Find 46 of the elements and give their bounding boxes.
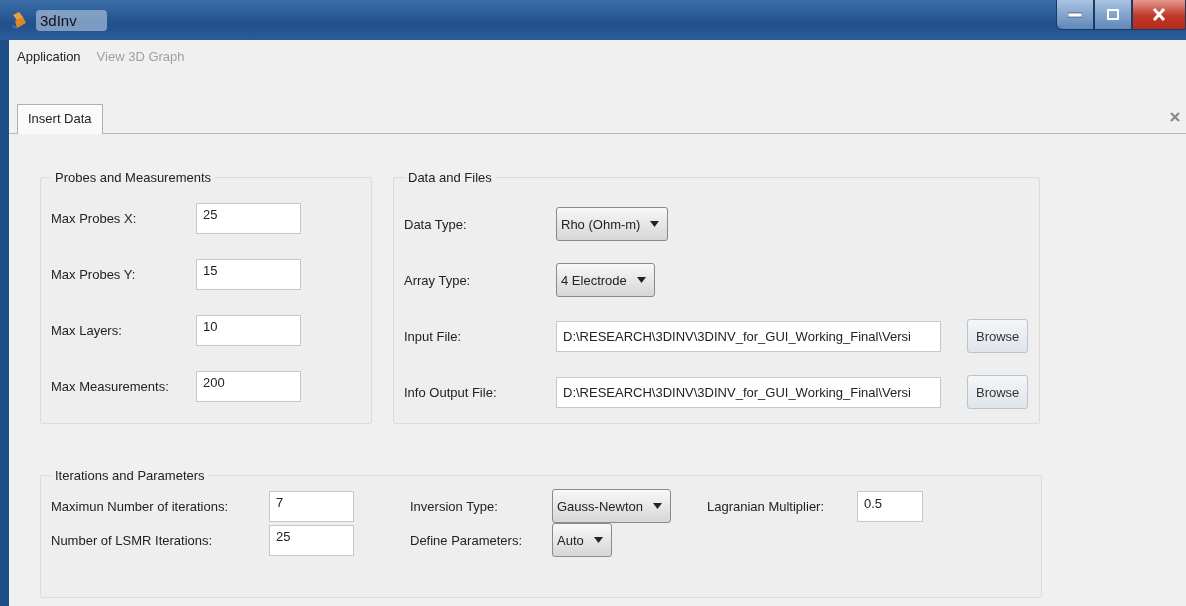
field-label: Max Measurements: <box>51 379 170 394</box>
field-label: Data Type: <box>404 216 468 232</box>
field-label: Array Type: <box>404 272 472 288</box>
maximize-icon <box>1107 9 1119 20</box>
input-field[interactable]: 0.5 <box>857 490 923 522</box>
menu-item[interactable]: Application <box>17 49 81 64</box>
group-title: Iterations and Parameters <box>54 468 206 483</box>
field-label: Maximun Number of iterations: <box>51 498 229 514</box>
group-title: Probes and Measurements <box>54 170 213 185</box>
maximize-button[interactable] <box>1094 0 1132 30</box>
field-label: Input File: <box>404 328 463 344</box>
minimize-button[interactable] <box>1056 0 1094 30</box>
field-label: Number of LSMR Iterations: <box>51 532 214 548</box>
group-title: Data and Files <box>407 170 493 185</box>
caret-icon <box>650 221 660 227</box>
caret-icon <box>653 503 662 509</box>
field-label: Max Layers: <box>51 323 123 338</box>
input-field[interactable]: 15 <box>196 259 301 290</box>
field-label: Define Parameters: <box>410 532 523 548</box>
browse-button[interactable]: Browse <box>967 375 1029 409</box>
tab[interactable]: Insert Data <box>17 104 103 134</box>
file-path-field[interactable]: D:\RESEARCH\3DINV\3DINV_for_GUI_Working_Final\Versi <box>556 320 941 352</box>
input-field[interactable]: 200 <box>196 371 301 402</box>
minimize-icon <box>1068 11 1082 18</box>
field-label: Info Output File: <box>404 384 498 400</box>
input-field[interactable]: 25 <box>196 203 301 234</box>
dropdown[interactable]: Rho (Ohm-m) <box>556 207 669 241</box>
close-icon[interactable] <box>1170 112 1180 122</box>
field-label: Max Probes Y: <box>51 267 137 282</box>
caret-icon <box>636 277 646 283</box>
browse-button[interactable]: Browse <box>967 319 1029 353</box>
window-title: 3dInv <box>36 9 107 31</box>
field-label: Inversion Type: <box>410 498 499 514</box>
dropdown[interactable]: 4 Electrode <box>556 263 655 297</box>
dropdown[interactable]: Gauss-Newton <box>552 489 671 523</box>
field-label: Max Probes X: <box>51 211 138 226</box>
app-icon <box>10 11 28 29</box>
close-icon <box>1152 8 1166 21</box>
input-field[interactable]: 25 <box>269 524 354 556</box>
input-field[interactable]: 10 <box>196 315 301 346</box>
dropdown[interactable]: Auto <box>552 523 612 557</box>
file-path-field[interactable]: D:\RESEARCH\3DINV\3DINV_for_GUI_Working_Final\Versi <box>556 376 941 408</box>
input-field[interactable]: 7 <box>269 490 354 522</box>
field-label: Lagranian Multiplier: <box>707 498 826 514</box>
close-button[interactable] <box>1132 0 1186 30</box>
caret-icon <box>593 537 603 543</box>
